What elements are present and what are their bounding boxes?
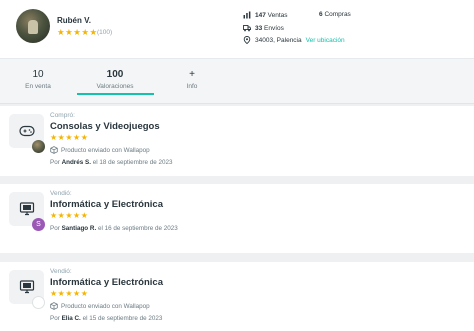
review-count: (100): [97, 29, 113, 36]
review-category: Informática y Electrónica: [50, 199, 163, 210]
tab-valoraciones[interactable]: 100 Valoraciones: [80, 69, 150, 90]
reviewer-name[interactable]: Elia C.: [62, 315, 81, 322]
reviewer-avatar[interactable]: [32, 296, 45, 309]
profile-header: Rubén V. ★★★★★ (100) 147 Ventas 6 Compra…: [0, 0, 474, 58]
package-icon: [50, 146, 58, 154]
review-byline: Por Andrés S. el 18 de septiembre de 202…: [50, 159, 173, 166]
active-tab-indicator: [77, 93, 154, 95]
review-card: S Vendió: Informática y Electrónica ★★★★…: [0, 184, 474, 253]
review-stars: ★★★★★: [50, 289, 89, 298]
user-name[interactable]: Rubén V.: [57, 16, 91, 25]
location-pin-icon: [243, 36, 251, 44]
review-category: Consolas y Videojuegos: [50, 121, 160, 132]
review-stars: ★★★★★: [50, 133, 89, 142]
user-rating-stars: ★★★★★: [57, 27, 98, 37]
review-kind: Compró:: [50, 112, 75, 119]
review-stars: ★★★★★: [50, 211, 89, 220]
user-avatar[interactable]: [16, 9, 50, 43]
review-byline: Por Santiago R. el 16 de septiembre de 2…: [50, 225, 178, 232]
shipments-stat: 33 Envíos: [243, 24, 284, 32]
profile-tabs: 10 En venta 100 Valoraciones + Info: [0, 58, 474, 104]
reviewer-avatar[interactable]: S: [32, 218, 45, 231]
tab-en-venta[interactable]: 10 En venta: [3, 69, 73, 90]
truck-icon: [243, 25, 251, 32]
bar-chart-icon: [243, 11, 251, 19]
gamepad-icon: [18, 125, 35, 137]
review-card: Compró: Consolas y Videojuegos ★★★★★ Pro…: [0, 106, 474, 176]
view-location-link[interactable]: Ver ubicación: [306, 37, 345, 44]
review-card: Vendió: Informática y Electrónica ★★★★★ …: [0, 262, 474, 331]
computer-icon: [19, 280, 34, 294]
review-kind: Vendió:: [50, 190, 72, 197]
location-stat: 34003, Palencia Ver ubicación: [243, 36, 345, 44]
reviewer-avatar[interactable]: [32, 140, 45, 153]
reviewer-name[interactable]: Andrés S.: [62, 159, 91, 166]
review-category: Informática y Electrónica: [50, 277, 163, 288]
review-byline: Por Elia C. el 15 de septiembre de 2023: [50, 315, 163, 322]
shipping-note: Producto enviado con Wallapop: [50, 146, 150, 154]
tab-info[interactable]: + Info: [157, 69, 227, 90]
shipping-note: Producto enviado con Wallapop: [50, 302, 150, 310]
purchases-stat: 6 Compras: [319, 11, 351, 18]
review-kind: Vendió:: [50, 268, 72, 275]
computer-icon: [19, 202, 34, 216]
sales-stat: 147 Ventas: [243, 11, 288, 19]
reviewer-name[interactable]: Santiago R.: [62, 225, 97, 232]
package-icon: [50, 302, 58, 310]
